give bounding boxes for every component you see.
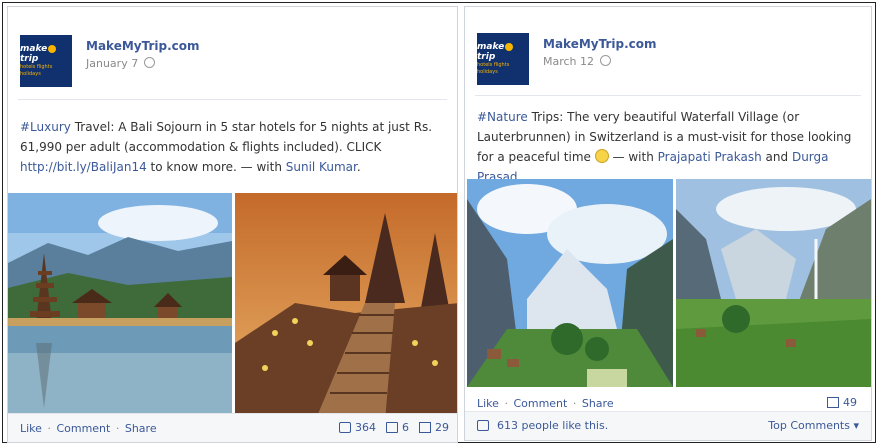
likes-summary: 613 people like this.: [477, 419, 608, 432]
like-button[interactable]: Like: [20, 422, 42, 435]
likes-bar: 613 people like this. Top Comments ▾: [465, 411, 871, 440]
comment-icon: [386, 422, 398, 433]
top-comments-dropdown[interactable]: Top Comments ▾: [768, 419, 859, 432]
makemytrip-logo[interactable]: maketrip hotels flights holidays: [477, 33, 529, 85]
photo-bali-temple-steps[interactable]: [235, 193, 457, 421]
shares-count[interactable]: 49: [843, 396, 857, 409]
post-date[interactable]: March 12: [543, 55, 612, 68]
comments-count[interactable]: 6: [402, 421, 409, 434]
likes-text-link[interactable]: 613 people like this.: [497, 419, 608, 432]
makemytrip-logo[interactable]: maketrip hotels flights holidays: [20, 35, 72, 87]
comment-button[interactable]: Comment: [513, 397, 567, 410]
smile-emoji-icon: [594, 149, 609, 163]
globe-icon: [600, 55, 612, 66]
share-button[interactable]: Share: [582, 397, 614, 410]
post-actions: Like · Comment · Share: [20, 422, 157, 435]
shares-count[interactable]: 29: [435, 421, 449, 434]
photo-lauterbrunnen-waterfall[interactable]: [676, 179, 871, 387]
facebook-post-bali: maketrip hotels flights holidays MakeMyT…: [7, 6, 458, 443]
url-link[interactable]: http://bit.ly/BaliJan14: [20, 160, 147, 174]
thumbs-up-icon: [477, 420, 489, 431]
divider: [18, 99, 447, 100]
post-stats: 49: [827, 396, 857, 409]
likes-count[interactable]: 364: [355, 421, 376, 434]
share-button[interactable]: Share: [125, 422, 157, 435]
post-actions: Like · Comment · Share: [477, 397, 614, 410]
photo-bali-lake-temple[interactable]: [8, 193, 232, 421]
like-button[interactable]: Like: [477, 397, 499, 410]
share-icon: [419, 422, 431, 433]
facebook-post-lauterbrunnen: maketrip hotels flights holidays MakeMyT…: [464, 6, 872, 441]
comment-button[interactable]: Comment: [56, 422, 110, 435]
photo-lauterbrunnen-village[interactable]: [467, 179, 673, 387]
share-icon: [827, 397, 839, 408]
post-stats: 364 6 29: [339, 421, 449, 434]
page-name-link[interactable]: MakeMyTrip.com: [543, 37, 657, 51]
tagged-person-link[interactable]: Prajapati Prakash: [658, 150, 762, 164]
hashtag-link[interactable]: #Luxury: [20, 120, 71, 134]
globe-icon: [144, 57, 156, 68]
tagged-person-link[interactable]: Sunil Kumar: [286, 160, 357, 174]
post-date[interactable]: January 7: [86, 57, 156, 70]
hashtag-link[interactable]: #Nature: [477, 110, 528, 124]
post-text: #Nature Trips: The very beautiful Waterf…: [477, 110, 852, 184]
page-name-link[interactable]: MakeMyTrip.com: [86, 39, 200, 53]
thumbs-up-icon: [339, 422, 351, 433]
divider: [475, 95, 861, 96]
action-bar: Like · Comment · Share 364 6 29: [8, 413, 457, 442]
post-text: #Luxury Travel: A Bali Sojourn in 5 star…: [20, 120, 433, 174]
